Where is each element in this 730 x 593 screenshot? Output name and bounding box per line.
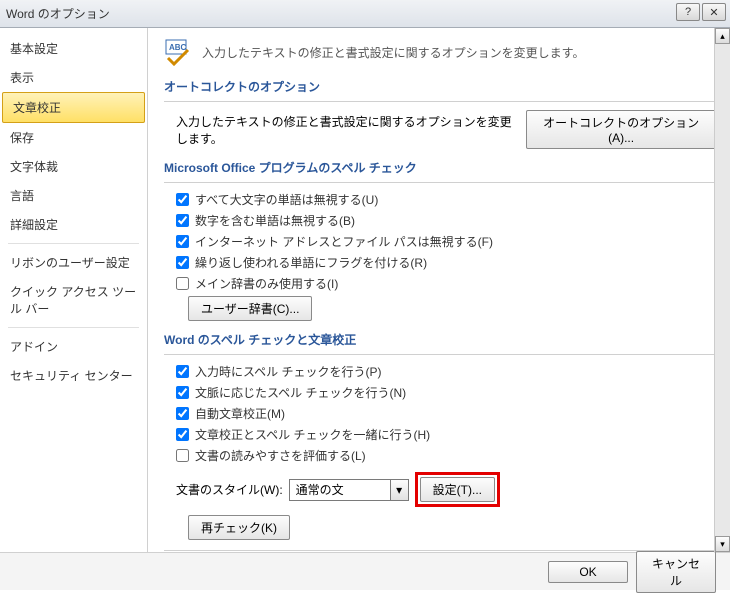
section-spellcheck: Microsoft Office プログラムのスペル チェック bbox=[164, 159, 716, 176]
lbl-uppercase: すべて大文字の単語は無視する(U) bbox=[195, 191, 378, 208]
chk-typing-spell[interactable] bbox=[176, 365, 189, 378]
scroll-up-icon[interactable]: ▴ bbox=[715, 28, 730, 44]
scrollbar[interactable]: ▴ ▾ bbox=[714, 28, 730, 552]
sidebar-item-language[interactable]: 言語 bbox=[0, 181, 147, 210]
sidebar-item-advanced[interactable]: 詳細設定 bbox=[0, 210, 147, 239]
lbl-auto-grammar: 自動文章校正(M) bbox=[195, 405, 285, 422]
titlebar: Word のオプション ? ✕ bbox=[0, 0, 730, 28]
sidebar: 基本設定 表示 文章校正 保存 文字体裁 言語 詳細設定 リボンのユーザー設定 … bbox=[0, 28, 148, 552]
sidebar-item-basic[interactable]: 基本設定 bbox=[0, 34, 147, 63]
sidebar-item-qat[interactable]: クイック アクセス ツール バー bbox=[0, 277, 147, 323]
sidebar-item-display[interactable]: 表示 bbox=[0, 63, 147, 92]
user-dict-button[interactable]: ユーザー辞書(C)... bbox=[188, 296, 312, 321]
sidebar-item-ribbon[interactable]: リボンのユーザー設定 bbox=[0, 248, 147, 277]
settings-button[interactable]: 設定(T)... bbox=[420, 477, 495, 502]
section-autocorrect: オートコレクトのオプション bbox=[164, 78, 716, 95]
chk-internet[interactable] bbox=[176, 235, 189, 248]
chk-auto-grammar[interactable] bbox=[176, 407, 189, 420]
help-icon[interactable]: ? bbox=[676, 3, 700, 21]
style-value: 通常の文 bbox=[290, 481, 390, 498]
sidebar-item-security[interactable]: セキュリティ センター bbox=[0, 361, 147, 390]
lbl-context-spell: 文脈に応じたスペル チェックを行う(N) bbox=[195, 384, 406, 401]
proofing-icon: ABC bbox=[164, 38, 192, 66]
chk-uppercase[interactable] bbox=[176, 193, 189, 206]
chk-numbers[interactable] bbox=[176, 214, 189, 227]
main-panel: ABC 入力したテキストの修正と書式設定に関するオプションを変更します。 オート… bbox=[148, 28, 730, 552]
footer: OK キャンセル bbox=[0, 552, 730, 590]
chk-grammar-spell[interactable] bbox=[176, 428, 189, 441]
chevron-down-icon[interactable]: ▾ bbox=[390, 480, 408, 500]
highlight-box: 設定(T)... bbox=[415, 472, 500, 507]
autocorrect-desc: 入力したテキストの修正と書式設定に関するオプションを変更します。 bbox=[176, 113, 520, 147]
ok-button[interactable]: OK bbox=[548, 561, 628, 583]
lbl-readability: 文書の読みやすさを評価する(L) bbox=[195, 447, 366, 464]
sidebar-item-proofing[interactable]: 文章校正 bbox=[2, 92, 145, 123]
cancel-button[interactable]: キャンセル bbox=[636, 551, 716, 593]
style-label: 文書のスタイル(W): bbox=[176, 481, 283, 498]
chk-repeated[interactable] bbox=[176, 256, 189, 269]
sidebar-item-addins[interactable]: アドイン bbox=[0, 332, 147, 361]
chk-maindict[interactable] bbox=[176, 277, 189, 290]
section-wordcheck: Word のスペル チェックと文章校正 bbox=[164, 331, 716, 348]
scroll-down-icon[interactable]: ▾ bbox=[715, 536, 730, 552]
autocorrect-options-button[interactable]: オートコレクトのオプション(A)... bbox=[526, 110, 716, 149]
header-text: 入力したテキストの修正と書式設定に関するオプションを変更します。 bbox=[202, 44, 584, 61]
sidebar-item-typography[interactable]: 文字体裁 bbox=[0, 152, 147, 181]
lbl-typing-spell: 入力時にスペル チェックを行う(P) bbox=[195, 363, 382, 380]
lbl-grammar-spell: 文章校正とスペル チェックを一緒に行う(H) bbox=[195, 426, 430, 443]
svg-text:ABC: ABC bbox=[169, 43, 187, 52]
lbl-repeated: 繰り返し使われる単語にフラグを付ける(R) bbox=[195, 254, 427, 271]
lbl-internet: インターネット アドレスとファイル パスは無視する(F) bbox=[195, 233, 493, 250]
chk-readability[interactable] bbox=[176, 449, 189, 462]
close-icon[interactable]: ✕ bbox=[702, 3, 726, 21]
chk-context-spell[interactable] bbox=[176, 386, 189, 399]
sidebar-item-save[interactable]: 保存 bbox=[0, 123, 147, 152]
lbl-maindict: メイン辞書のみ使用する(I) bbox=[195, 275, 338, 292]
window-title: Word のオプション bbox=[6, 5, 110, 22]
style-combo[interactable]: 通常の文 ▾ bbox=[289, 479, 409, 501]
recheck-button[interactable]: 再チェック(K) bbox=[188, 515, 290, 540]
lbl-numbers: 数字を含む単語は無視する(B) bbox=[195, 212, 355, 229]
